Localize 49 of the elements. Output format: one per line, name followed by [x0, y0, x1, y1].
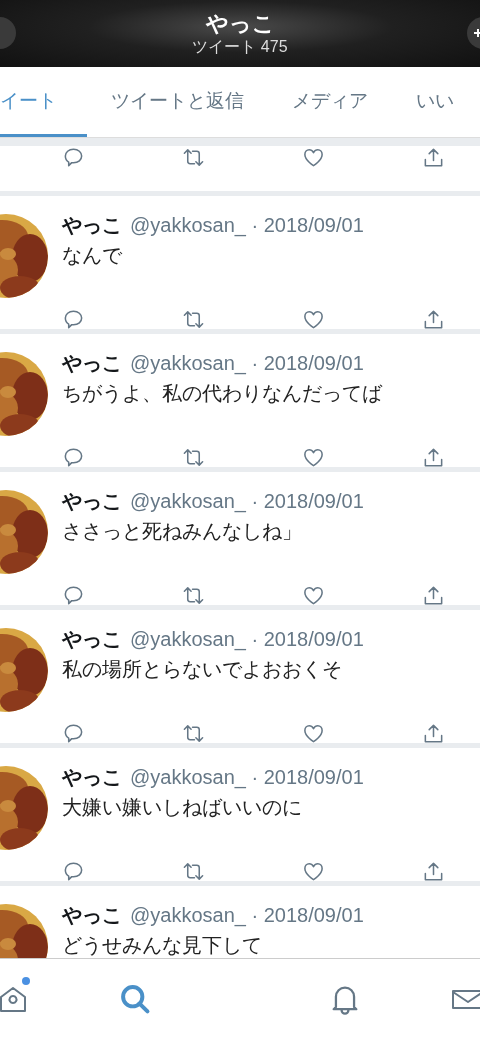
tweet-text: どうせみんな見下して — [62, 933, 263, 958]
share-icon[interactable] — [422, 146, 445, 169]
tweet-text: 大嫌い嫌いしねばいいのに — [62, 795, 303, 820]
user-name: やっこ — [62, 765, 122, 790]
tweet-text: なんで — [62, 243, 123, 268]
user-name: やっこ — [62, 903, 122, 928]
reply-icon[interactable] — [62, 722, 85, 745]
profile-tab[interactable]: メディア — [268, 67, 392, 137]
profile-tab[interactable]: いい — [392, 67, 478, 137]
reply-icon[interactable] — [62, 446, 85, 469]
heart-icon[interactable] — [302, 722, 325, 745]
retweet-icon[interactable] — [182, 722, 205, 745]
share-icon[interactable] — [422, 446, 445, 469]
share-icon[interactable] — [422, 308, 445, 331]
share-icon[interactable] — [422, 860, 445, 883]
share-icon[interactable] — [422, 584, 445, 607]
user-name: やっこ — [62, 351, 122, 376]
handle-and-date: @yakkosan_ · 2018/09/01 — [130, 352, 364, 375]
profile-tab[interactable]: ツイートと返信 — [87, 67, 268, 137]
reply-icon[interactable] — [62, 584, 85, 607]
share-icon[interactable] — [422, 722, 445, 745]
user-name: やっこ — [62, 627, 122, 652]
handle-and-date: @yakkosan_ · 2018/09/01 — [130, 214, 364, 237]
handle-and-date: @yakkosan_ · 2018/09/01 — [130, 904, 364, 927]
handle-and-date: @yakkosan_ · 2018/09/01 — [130, 628, 364, 651]
user-name: やっこ — [62, 489, 122, 514]
heart-icon[interactable] — [302, 146, 325, 169]
heart-icon[interactable] — [302, 446, 325, 469]
retweet-icon[interactable] — [182, 860, 205, 883]
reply-icon[interactable] — [62, 308, 85, 331]
user-name: やっこ — [62, 213, 122, 238]
header-title: やっこ — [205, 10, 275, 37]
heart-icon[interactable] — [302, 584, 325, 607]
tweet-count: ツイート 475 — [192, 36, 288, 57]
search-icon — [118, 982, 152, 1016]
reply-icon[interactable] — [62, 860, 85, 883]
heart-icon[interactable] — [302, 860, 325, 883]
notification-dot — [22, 977, 30, 985]
handle-and-date: @yakkosan_ · 2018/09/01 — [130, 490, 364, 513]
retweet-icon[interactable] — [182, 308, 205, 331]
handle-and-date: @yakkosan_ · 2018/09/01 — [130, 766, 364, 789]
reply-icon[interactable] — [62, 146, 85, 169]
retweet-icon[interactable] — [182, 446, 205, 469]
tweet-text: 私の場所とらないでよおおくそ — [62, 657, 343, 682]
tweet-text: ちがうよ、私の代わりなんだってば — [62, 381, 384, 406]
retweet-icon[interactable] — [182, 584, 205, 607]
tweet-text: ささっと死ねみんなしね」 — [62, 519, 303, 544]
heart-icon[interactable] — [302, 308, 325, 331]
retweet-icon[interactable] — [182, 146, 205, 169]
